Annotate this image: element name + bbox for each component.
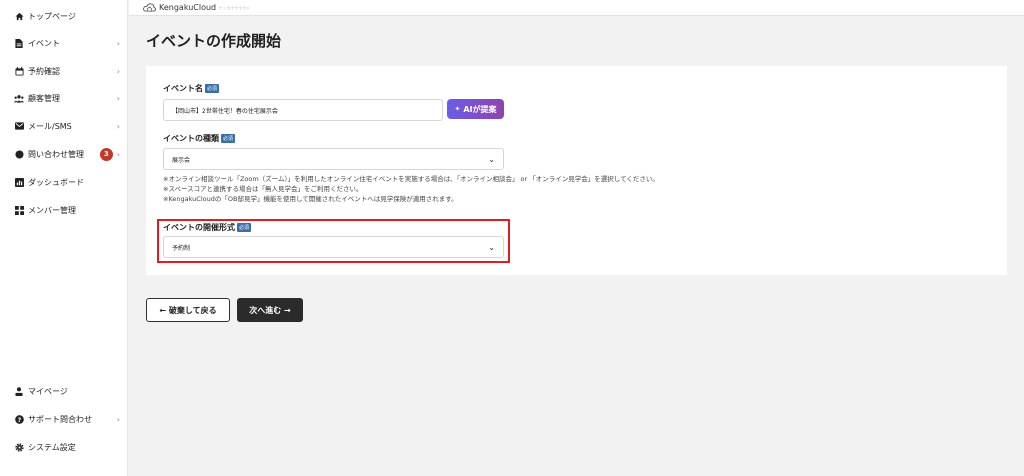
sidebar-item-label: サポート問合わせ [28,414,92,424]
event-type-notes: ※オンライン相談ツール「Zoom（ズーム）」を利用したオンライン住宅イベントを実… [163,174,993,204]
mail-icon [14,121,24,131]
sidebar-item-mail[interactable]: メール/SMS › [14,117,120,135]
event-type-select[interactable]: 展示会 ⌄ [163,148,504,170]
event-form-card: イベント名 必須 ✦ AIが提案 イベントの種類 必須 展示会 ⌄ ※オンライン… [146,66,1007,275]
sidebar-item-dashboard[interactable]: ダッシュボード [14,173,120,191]
event-format-label: イベントの開催形式 必須 [163,222,252,233]
note-line: ※スペースコアと連携する場合は「無人見学会」をご利用ください。 [163,185,363,193]
logo-subtext: ケンガククラウド [219,5,251,10]
grid-icon [14,205,24,215]
document-icon [14,38,24,48]
event-name-label-text: イベント名 [163,84,203,93]
notification-badge: 3 [99,147,113,161]
users-icon [14,93,24,103]
chevron-right-icon: › [116,121,120,131]
ai-suggest-label: AIが提案 [463,104,497,114]
chevron-down-icon: ⌄ [488,154,495,164]
sidebar-item-label: メンバー管理 [28,205,76,215]
event-type-selected-value: 展示会 [172,156,191,164]
chat-icon [14,149,24,159]
svg-text:?: ? [17,416,21,423]
sparkle-icon: ✦ [454,105,461,113]
cloud-house-icon [143,3,156,12]
chevron-right-icon: › [116,93,120,103]
help-icon: ? [14,414,24,424]
ai-suggest-button[interactable]: ✦ AIが提案 [447,99,504,119]
required-badge: 必須 [237,223,252,232]
note-line: ※オンライン相談ツール「Zoom（ズーム）」を利用したオンライン住宅イベントを実… [163,175,659,183]
event-type-label: イベントの種類 必須 [163,133,236,144]
event-name-input[interactable] [163,99,443,121]
sidebar-item-label: ダッシュボード [28,177,84,187]
chevron-right-icon: › [116,414,120,424]
chevron-right-icon: › [116,38,120,48]
event-format-selected-value: 予約制 [172,244,191,252]
sidebar-item-reservation[interactable]: 予約確認 › [14,62,120,80]
sidebar-item-settings[interactable]: システム設定 [14,438,120,456]
chevron-right-icon: › [116,149,120,159]
sidebar: トップページ イベント › 予約確認 › 顧客管理 › メール/SMS › 問い… [0,0,128,476]
sidebar-item-label: 顧客管理 [28,93,60,103]
logo-text: KengakuCloud [159,3,217,12]
sidebar-item-label: トップページ [28,11,76,21]
sidebar-item-inquiries[interactable]: 問い合わせ管理 3 › [14,145,120,163]
next-button[interactable]: 次へ進む → [237,298,303,322]
chart-icon [14,177,24,187]
sidebar-item-label: マイページ [28,386,68,396]
home-icon [14,11,24,21]
sidebar-item-label: メール/SMS [28,121,72,131]
chevron-down-icon: ⌄ [488,242,495,252]
discard-back-button[interactable]: ← 破棄して戻る [146,298,230,322]
event-format-select[interactable]: 予約制 ⌄ [163,236,504,258]
required-badge: 必須 [221,134,236,143]
sidebar-item-members[interactable]: メンバー管理 [14,201,120,219]
event-name-label: イベント名 必須 [163,83,220,94]
sidebar-item-label: 予約確認 [28,66,60,76]
person-icon [14,386,24,396]
event-type-label-text: イベントの種類 [163,134,219,143]
sidebar-item-label: システム設定 [28,442,76,452]
event-format-label-text: イベントの開催形式 [163,223,235,232]
sidebar-item-event[interactable]: イベント › [14,34,120,52]
sidebar-item-customers[interactable]: 顧客管理 › [14,89,120,107]
calendar-icon [14,66,24,76]
gear-icon [14,442,24,452]
logo[interactable]: KengakuCloud ケンガククラウド [143,3,251,12]
page-title: イベントの作成開始 [146,32,282,50]
note-line: ※KengakuCloudの「OB邸見学」機能を使用して開催されたイベントへは見… [163,195,458,203]
sidebar-item-support[interactable]: ? サポート問合わせ › [14,410,120,428]
sidebar-item-mypage[interactable]: マイページ [14,382,120,400]
sidebar-item-label: 問い合わせ管理 [28,149,84,159]
sidebar-item-top[interactable]: トップページ [14,7,120,25]
sidebar-item-label: イベント [28,38,60,48]
header-bar: KengakuCloud ケンガククラウド [129,0,1024,16]
required-badge: 必須 [205,84,220,93]
chevron-right-icon: › [116,66,120,76]
